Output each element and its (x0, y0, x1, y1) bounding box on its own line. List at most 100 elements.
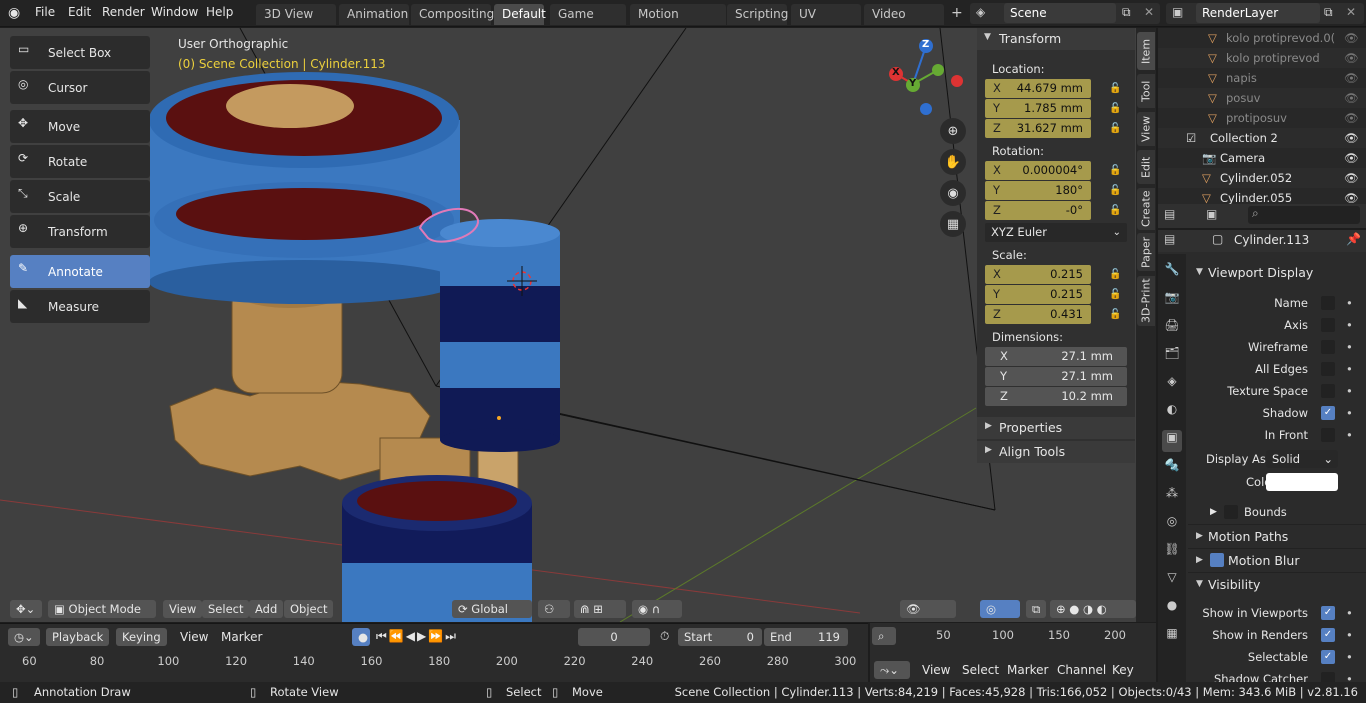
gizmo-x-label[interactable]: X (892, 67, 900, 78)
output-icon[interactable]: 🖨 (1162, 318, 1182, 340)
properties-editor[interactable]: ▤ ▢ Cylinder.113 📌 🔧 📷 🖨 🗂 ◈ ◐ ▣ 🔩 ⁂ ◎ ⛓ ▽ ● ▦ Viewpo… (1158, 230, 1366, 686)
tab-default[interactable]: Default (494, 4, 546, 25)
select-menu[interactable]: Select (202, 600, 250, 618)
property-checkbox[interactable] (1321, 296, 1335, 310)
view-menu[interactable]: View (163, 600, 203, 618)
visibility-header[interactable]: Visibility (1188, 572, 1366, 596)
gizmo-y-label[interactable]: Y (909, 78, 916, 89)
lock-icon[interactable]: 🔓 (1109, 123, 1121, 135)
current-frame-field[interactable]: 0 (578, 628, 650, 646)
material-icon[interactable]: ● (1162, 598, 1182, 620)
sidebar-tab-paper[interactable]: Paper (1137, 233, 1155, 271)
playback-controls[interactable]: ⏮⏪◀▶⏩⏭ (376, 629, 458, 644)
tool-rotate[interactable]: ⟳ Rotate (10, 145, 150, 178)
keyframe-dot-icon[interactable]: • (1346, 314, 1353, 336)
object-menu[interactable]: Object (284, 600, 334, 618)
object-icon[interactable]: ▣ (1162, 430, 1182, 452)
property-checkbox[interactable]: ✓ (1321, 628, 1335, 642)
snap-icon[interactable]: ⋒ ⊞ (574, 600, 626, 618)
editor-type-icon[interactable]: ▤ (1164, 207, 1175, 221)
display-as-dropdown[interactable]: Solid ⌄ (1266, 450, 1338, 468)
object-mode-dropdown[interactable]: ▣ Object Mode (48, 600, 156, 618)
tab-scripting[interactable]: Scripting (727, 4, 788, 25)
lock-icon[interactable]: 🔓 (1109, 205, 1121, 217)
tab-game-logic[interactable]: Game Logic (550, 4, 626, 42)
marker-menu[interactable]: Marker (1007, 663, 1048, 677)
scale-y-field[interactable]: Y 0.215 (985, 285, 1091, 304)
tool-move[interactable]: ✥ Move (10, 110, 150, 143)
timeline[interactable]: ◷⌄ Playback Keying View Marker ● ⏮⏪◀▶⏩⏭ … (0, 623, 868, 682)
outliner-search-input[interactable]: ⌕ (1248, 206, 1360, 224)
keyframe-dot-icon[interactable]: • (1346, 402, 1353, 424)
renderlayer-name-field[interactable]: RenderLayer (1196, 3, 1320, 23)
keyframe-dot-icon[interactable]: • (1346, 424, 1353, 446)
align-tools-panel-header[interactable]: Align Tools (977, 441, 1135, 463)
camera-view-icon[interactable]: ◉ (940, 180, 966, 206)
select-menu[interactable]: Select (962, 663, 999, 677)
sidebar-tab-tool[interactable]: Tool (1137, 74, 1155, 108)
key-menu[interactable]: Key (1112, 663, 1134, 677)
property-checkbox[interactable]: ✓ (1321, 406, 1335, 420)
tab-3d-view-full[interactable]: 3D View Full (256, 4, 336, 42)
tool-measure[interactable]: ◣ Measure (10, 290, 150, 323)
menu-window[interactable]: Window (151, 5, 198, 19)
new-scene-icon[interactable]: ⧉ (1122, 5, 1131, 20)
object-data-icon[interactable]: ▽ (1162, 570, 1182, 592)
keyframe-dot-icon[interactable]: • (1346, 380, 1353, 402)
outliner-item[interactable]: ▽ napis 👁 (1158, 68, 1366, 88)
tab-animation[interactable]: Animation (339, 4, 409, 25)
outliner-item[interactable]: ▽ kolo protiprevod 👁 (1158, 48, 1366, 68)
bounds-row[interactable]: ▶ Bounds (1188, 501, 1366, 523)
close-icon[interactable]: ✕ (1144, 5, 1154, 19)
keyframe-dot-icon[interactable]: • (1346, 602, 1353, 624)
bounds-checkbox[interactable] (1224, 505, 1238, 519)
keyframe-dot-icon[interactable]: • (1346, 358, 1353, 380)
tool-transform[interactable]: ⊕ Transform (10, 215, 150, 248)
eye-icon[interactable]: 👁 (1344, 168, 1359, 188)
keyframe-dot-icon[interactable]: • (1346, 624, 1353, 646)
lock-icon[interactable]: 🔓 (1109, 103, 1121, 115)
lock-icon[interactable]: 🔓 (1109, 289, 1121, 301)
sidebar-tab-view[interactable]: View (1137, 112, 1155, 146)
tool-annotate[interactable]: ✎ Annotate (10, 255, 150, 288)
eye-icon[interactable]: 👁 (1344, 48, 1359, 68)
outliner-item[interactable]: ☑ Collection 2 👁 (1158, 128, 1366, 148)
hand-pan-icon[interactable]: ✋ (940, 149, 966, 175)
add-menu[interactable]: Add (249, 600, 284, 618)
render-icon[interactable]: 📷 (1162, 290, 1182, 312)
motion-blur-checkbox[interactable] (1210, 553, 1224, 567)
outliner-item[interactable]: 📷 Camera 👁 (1158, 148, 1366, 168)
outliner-item[interactable]: ▽ Cylinder.052 👁 (1158, 168, 1366, 188)
physics-icon[interactable]: ◎ (1162, 514, 1182, 536)
visibility-icon[interactable]: 👁 (900, 600, 956, 618)
keyframe-dot-icon[interactable]: • (1346, 292, 1353, 314)
scale-z-field[interactable]: Z 0.431 (985, 305, 1091, 324)
marker-menu[interactable]: Marker (221, 630, 262, 644)
new-layer-icon[interactable]: ⧉ (1324, 5, 1333, 20)
start-frame-field[interactable]: Start 0 (678, 628, 762, 646)
gizmo-z-label[interactable]: Z (922, 39, 929, 50)
transform-orientation-dropdown[interactable]: ⟳ Global (452, 600, 532, 618)
location-y-field[interactable]: Y 1.785 mm (985, 99, 1091, 118)
sidebar-tab-edit[interactable]: Edit (1137, 150, 1155, 184)
editor-type-icon[interactable]: ▤ (1164, 232, 1175, 246)
graph-editor[interactable]: ⌕ 50 100 150 200 ⤳⌄ View Select Marker Chan… (870, 623, 1156, 682)
menu-render[interactable]: Render (102, 5, 145, 19)
rotation-x-field[interactable]: X 0.000004° (985, 161, 1091, 180)
view-layer-icon[interactable]: 🗂 (1162, 346, 1182, 368)
property-checkbox[interactable] (1321, 318, 1335, 332)
texture-icon[interactable]: ▦ (1162, 626, 1182, 648)
keyframe-dot-icon[interactable]: • (1346, 336, 1353, 358)
outliner-item[interactable]: ▽ protiposuv 👁 (1158, 108, 1366, 128)
tool-cursor[interactable]: ◎ Cursor (10, 71, 150, 104)
add-workspace-icon[interactable]: + (951, 5, 963, 21)
close-icon[interactable]: ✕ (1346, 5, 1356, 19)
proportional-edit-icon[interactable]: ◉ ∩ (632, 600, 682, 618)
transform-panel-header[interactable]: Transform (977, 28, 1135, 50)
property-checkbox[interactable] (1321, 340, 1335, 354)
keyframe-dot-icon[interactable]: • (1346, 646, 1353, 668)
dimension-y-field[interactable]: Y 27.1 mm (985, 367, 1127, 386)
tab-motion-tracking[interactable]: Motion Tracking (630, 4, 726, 42)
tab-compositing[interactable]: Compositing (411, 4, 494, 25)
property-checkbox[interactable] (1321, 362, 1335, 376)
